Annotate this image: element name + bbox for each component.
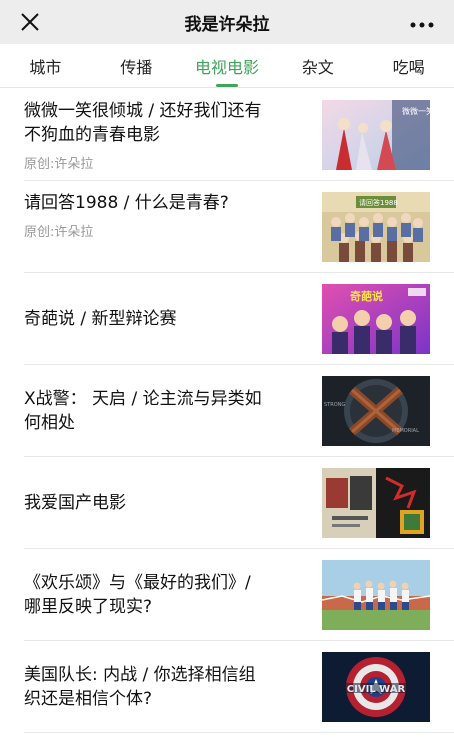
article-item[interactable]: 奇葩说 / 新型辩论赛 奇葩说: [24, 273, 454, 365]
article-source: 原创:许朵拉: [24, 225, 94, 240]
article-item[interactable]: 美国队长: 内战 / 你选择相信组 织还是相信个体? CIVIL WAR: [24, 641, 454, 733]
article-item[interactable]: X战警： 天启 / 论主流与异类如 何相处 STRONG MEMORIAL: [24, 365, 454, 457]
tab-label: 传播: [120, 57, 153, 77]
title-line: 何相处: [24, 412, 75, 433]
article-title: 奇葩说 / 新型辩论赛: [24, 307, 304, 331]
article-item[interactable]: 请回答1988 / 什么是青春? 原创:许朵拉 请回答1988: [24, 181, 454, 273]
title-line: X战警： 天启 / 论主流与异类如: [24, 388, 262, 409]
tab-film-tv[interactable]: 电视电影: [182, 44, 273, 87]
title-line: 不狗血的青春电影: [24, 125, 160, 145]
top-bar: 我是许朵拉: [0, 0, 454, 44]
article-thumbnail: STRONG MEMORIAL: [322, 376, 430, 446]
thumbnail-caption: 奇葩说: [350, 289, 383, 303]
title-line: 织还是相信个体?: [24, 688, 153, 709]
article-thumbnail: CIVIL WAR: [322, 652, 430, 722]
article-title: X战警： 天启 / 论主流与异类如 何相处: [24, 387, 304, 435]
active-tab-indicator: [215, 84, 238, 87]
title-line: 请回答1988 / 什么是青春?: [24, 193, 229, 213]
thumbnail-caption: 请回答1988: [359, 198, 398, 207]
title-line: 《欢乐颂》与《最好的我们》/: [24, 572, 251, 593]
article-list: 微微一笑很倾城 / 还好我们还有 不狗血的青春电影 原创:许朵拉 微微一 请回答…: [0, 89, 454, 733]
article-text: 《欢乐颂》与《最好的我们》/ 哪里反映了现实?: [24, 549, 304, 640]
page-title: 我是许朵拉: [184, 14, 270, 35]
article-source: 原创:许朵拉: [24, 157, 94, 172]
article-thumbnail: [322, 560, 430, 630]
svg-text:STRONG: STRONG: [324, 402, 345, 408]
article-title: 我爱国产电影: [24, 491, 304, 515]
article-text: 奇葩说 / 新型辩论赛: [24, 273, 304, 364]
title-line: 奇葩说 / 新型辩论赛: [24, 308, 177, 329]
article-thumbnail: [322, 468, 430, 538]
article-text: X战警： 天启 / 论主流与异类如 何相处: [24, 365, 304, 456]
article-thumbnail: 微微一笑: [322, 100, 430, 170]
article-thumbnail: 奇葩说: [322, 284, 430, 354]
article-text: 美国队长: 内战 / 你选择相信组 织还是相信个体?: [24, 641, 304, 732]
tab-media[interactable]: 传播: [91, 44, 182, 87]
close-icon[interactable]: [20, 12, 40, 32]
more-icon[interactable]: [410, 16, 434, 28]
tab-label: 杂文: [301, 57, 334, 77]
tab-essays[interactable]: 杂文: [272, 44, 363, 87]
title-line: 我爱国产电影: [24, 492, 126, 513]
article-title: 《欢乐颂》与《最好的我们》/ 哪里反映了现实?: [24, 571, 304, 619]
thumbnail-caption: 微微一笑: [402, 106, 430, 116]
tab-label: 城市: [29, 57, 62, 77]
tab-label: 电视电影: [194, 57, 259, 77]
thumbnail-caption: CIVIL WAR: [347, 684, 406, 695]
article-text: 我爱国产电影: [24, 457, 304, 548]
article-thumbnail: 请回答1988: [322, 192, 430, 262]
article-item[interactable]: 微微一笑很倾城 / 还好我们还有 不狗血的青春电影 原创:许朵拉 微微一: [24, 89, 454, 181]
tab-food[interactable]: 吃喝: [363, 44, 454, 87]
article-item[interactable]: 《欢乐颂》与《最好的我们》/ 哪里反映了现实?: [24, 549, 454, 641]
article-text: 微微一笑很倾城 / 还好我们还有 不狗血的青春电影 原创:许朵拉: [24, 89, 304, 180]
article-title: 微微一笑很倾城 / 还好我们还有 不狗血的青春电影: [24, 99, 304, 147]
article-title: 美国队长: 内战 / 你选择相信组 织还是相信个体?: [24, 663, 304, 711]
category-tabs: 城市 传播 电视电影 杂文 吃喝: [0, 44, 454, 88]
tab-label: 吃喝: [392, 57, 425, 77]
thumbnail-caption: MEMORIAL: [392, 428, 419, 434]
tab-city[interactable]: 城市: [0, 44, 91, 87]
article-item[interactable]: 我爱国产电影: [24, 457, 454, 549]
title-line: 微微一笑很倾城 / 还好我们还有: [24, 101, 262, 121]
title-line: 哪里反映了现实?: [24, 596, 153, 617]
title-line: 美国队长: 内战 / 你选择相信组: [24, 664, 256, 685]
article-title: 请回答1988 / 什么是青春?: [24, 191, 304, 215]
article-text: 请回答1988 / 什么是青春? 原创:许朵拉: [24, 181, 304, 272]
